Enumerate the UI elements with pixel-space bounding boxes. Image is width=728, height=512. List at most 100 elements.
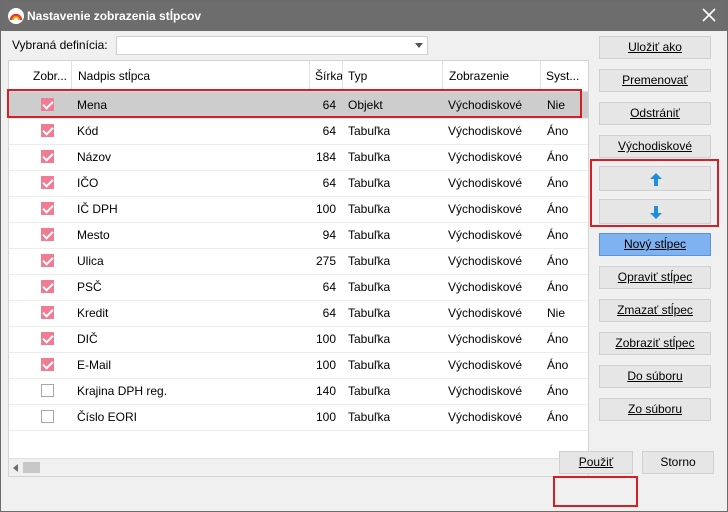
cell-display: Východiskové — [448, 202, 523, 216]
header-system[interactable]: Syst... — [540, 61, 588, 91]
visible-checkbox[interactable] — [41, 228, 54, 241]
cell-name: Číslo EORI — [77, 410, 138, 424]
save-as-button[interactable]: Uložiť ako — [599, 36, 711, 59]
cell-display: Východiskové — [448, 254, 523, 268]
cell-type: Tabuľka — [348, 254, 391, 268]
cell-type: Tabuľka — [348, 358, 391, 372]
cell-name: DIČ — [77, 332, 98, 346]
cell-name: Kredit — [77, 306, 109, 320]
checkmark-icon — [42, 254, 54, 266]
table-row[interactable]: DIČ 100 Tabuľka Východiskové Áno — [9, 326, 588, 353]
move-up-button[interactable] — [599, 166, 711, 191]
show-column-button[interactable]: Zobraziť stĺpec — [599, 332, 711, 355]
visible-checkbox[interactable] — [41, 98, 54, 111]
cell-system: Áno — [547, 124, 569, 138]
arrow-down-icon — [650, 206, 662, 219]
table-row[interactable]: IČ DPH 100 Tabuľka Východiskové Áno — [9, 196, 588, 223]
app-logo-icon — [8, 8, 24, 24]
table-row[interactable]: E-Mail 100 Tabuľka Východiskové Áno — [9, 352, 588, 379]
definition-select[interactable] — [116, 36, 428, 55]
header-display[interactable]: Zobrazenie — [442, 61, 542, 91]
horizontal-scrollbar[interactable] — [9, 458, 588, 476]
cell-system: Áno — [547, 280, 569, 294]
close-icon[interactable] — [699, 5, 719, 25]
import-from-file-button[interactable]: Zo súboru — [599, 398, 711, 421]
table-row[interactable]: IČO 64 Tabuľka Východiskové Áno — [9, 170, 588, 197]
table-row[interactable]: Mesto 94 Tabuľka Východiskové Áno — [9, 222, 588, 249]
visible-checkbox[interactable] — [41, 176, 54, 189]
delete-definition-button[interactable]: Odstrániť — [599, 102, 711, 125]
cell-display: Východiskové — [448, 228, 523, 242]
visible-checkbox[interactable] — [41, 254, 54, 267]
visible-checkbox[interactable] — [41, 332, 54, 345]
checkmark-icon — [42, 124, 54, 136]
scrollbar-thumb[interactable] — [23, 462, 40, 473]
table-row[interactable]: Kód 64 Tabuľka Východiskové Áno — [9, 118, 588, 145]
cell-system: Áno — [547, 384, 569, 398]
visible-checkbox[interactable] — [41, 358, 54, 371]
cell-type: Tabuľka — [348, 332, 391, 346]
cell-type: Tabuľka — [348, 150, 391, 164]
cell-name: IČO — [77, 176, 99, 190]
table-row[interactable]: Číslo EORI 100 Tabuľka Východiskové Áno — [9, 404, 588, 431]
table-row[interactable]: Ulica 275 Tabuľka Východiskové Áno — [9, 248, 588, 275]
edit-column-button[interactable]: Opraviť stĺpec — [599, 266, 711, 289]
cell-name: Mena — [77, 98, 108, 112]
cell-width: 100 — [315, 202, 336, 216]
cell-width: 184 — [315, 150, 336, 164]
cell-system: Áno — [547, 228, 569, 242]
header-visible[interactable]: Zobr... — [33, 61, 71, 91]
cell-system: Áno — [547, 358, 569, 372]
visible-checkbox[interactable] — [41, 280, 54, 293]
cancel-button[interactable]: Storno — [642, 451, 714, 474]
cell-display: Východiskové — [448, 150, 523, 164]
cell-width: 64 — [322, 306, 336, 320]
visible-checkbox[interactable] — [41, 150, 54, 163]
header-title[interactable]: Nadpis stĺpca — [71, 61, 316, 91]
cell-display: Východiskové — [448, 280, 523, 294]
cell-system: Áno — [547, 202, 569, 216]
chevron-down-icon[interactable] — [415, 43, 423, 48]
visible-checkbox[interactable] — [41, 410, 54, 423]
table-row[interactable]: Názov 184 Tabuľka Východiskové Áno — [9, 144, 588, 171]
table-header: Zobr... Nadpis stĺpca Šírka Typ Zobrazen… — [9, 61, 588, 92]
cell-type: Tabuľka — [348, 124, 391, 138]
cell-name: IČ DPH — [77, 202, 118, 216]
cell-type: Tabuľka — [348, 202, 391, 216]
table-row[interactable]: Kredit 64 Tabuľka Východiskové Nie — [9, 300, 588, 327]
cell-display: Východiskové — [448, 306, 523, 320]
cell-type: Tabuľka — [348, 306, 391, 320]
visible-checkbox[interactable] — [41, 124, 54, 137]
cell-type: Tabuľka — [348, 176, 391, 190]
table-row[interactable]: Krajina DPH reg. 140 Tabuľka Východiskové Án… — [9, 378, 588, 405]
export-to-file-button[interactable]: Do súboru — [599, 365, 711, 388]
cell-system: Áno — [547, 332, 569, 346]
apply-button[interactable]: Použiť — [559, 451, 633, 474]
table-row[interactable]: Mena 64 Objekt Východiskové Nie — [9, 92, 588, 119]
scroll-left-icon[interactable] — [13, 464, 18, 472]
checkmark-icon — [42, 176, 54, 188]
column-settings-dialog: Nastavenie zobrazenia stĺpcov Vybraná de… — [0, 0, 728, 512]
visible-checkbox[interactable] — [41, 306, 54, 319]
move-down-button[interactable] — [599, 199, 711, 224]
cell-type: Objekt — [348, 98, 383, 112]
cell-type: Tabuľka — [348, 410, 391, 424]
cell-width: 94 — [322, 228, 336, 242]
title-bar: Nastavenie zobrazenia stĺpcov — [1, 1, 727, 31]
cell-type: Tabuľka — [348, 384, 391, 398]
default-button[interactable]: Východiskové — [599, 135, 711, 158]
rename-button[interactable]: Premenovať — [599, 69, 711, 92]
cell-system: Áno — [547, 176, 569, 190]
cell-width: 100 — [315, 358, 336, 372]
cell-name: Názov — [77, 150, 112, 164]
cell-width: 100 — [315, 332, 336, 346]
cell-system: Áno — [547, 150, 569, 164]
new-column-button[interactable]: Nový stĺpec — [599, 233, 711, 256]
cell-system: Áno — [547, 410, 569, 424]
table-row[interactable]: PSČ 64 Tabuľka Východiskové Áno — [9, 274, 588, 301]
cell-width: 64 — [322, 280, 336, 294]
visible-checkbox[interactable] — [41, 202, 54, 215]
header-type[interactable]: Typ — [342, 61, 444, 91]
visible-checkbox[interactable] — [41, 384, 54, 397]
delete-column-button[interactable]: Zmazať stĺpec — [599, 299, 711, 322]
